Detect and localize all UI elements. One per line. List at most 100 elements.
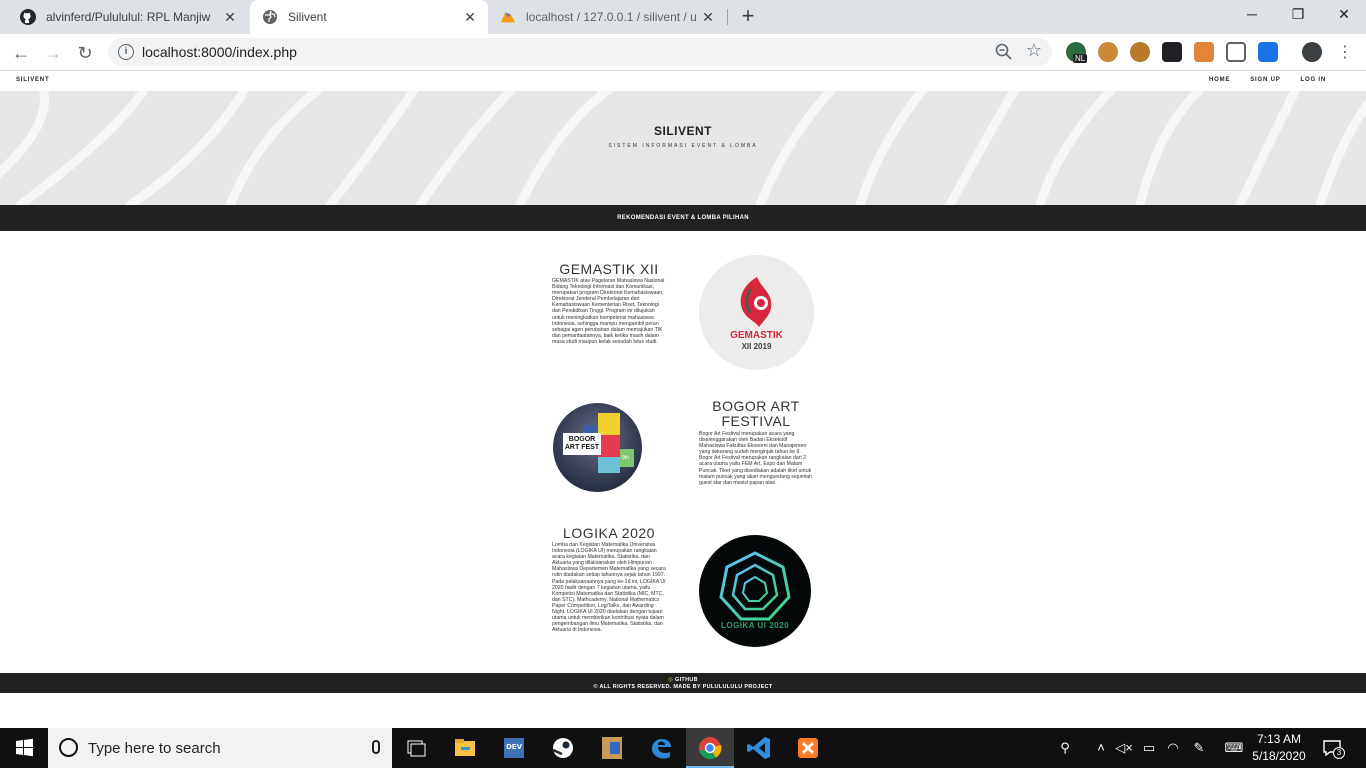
task-view-icon[interactable] (392, 728, 440, 768)
logo-badge: 9th (622, 455, 629, 461)
menu-kebab-icon[interactable]: ⋮ (1332, 40, 1358, 66)
address-bar[interactable]: i localhost:8000/index.php ☆ (108, 38, 1052, 66)
restore-icon[interactable]: ❐ (1275, 0, 1321, 30)
globe-icon (262, 9, 278, 25)
tab-github[interactable]: alvinferd/Pulululul: RPL Manjiw ✕ (8, 0, 248, 34)
event-title-logika: LOGIKA 2020 (563, 525, 655, 541)
new-tab-button[interactable]: + (736, 5, 760, 29)
nav-home[interactable]: HOME (1209, 77, 1230, 83)
vscode-icon[interactable] (735, 728, 783, 768)
close-tab-icon[interactable]: ✕ (222, 9, 238, 25)
people-icon[interactable]: ⚲ (1056, 739, 1074, 757)
logika-hexagon-icon (719, 551, 791, 621)
bookmark-star-icon[interactable]: ☆ (1026, 40, 1042, 61)
bogor-art-fest-logo-text: BOGOR ART FEST (563, 433, 601, 455)
wifi-icon[interactable]: ◠ (1164, 739, 1182, 757)
taskbar-clock[interactable]: 7:13 AM 5/18/2020 (1244, 731, 1314, 765)
hero-banner: SILIVENT SISTEM INFORMASI EVENT & LOMBA (0, 91, 1366, 205)
battery-icon[interactable]: ▭ (1140, 739, 1158, 757)
tab-silivent[interactable]: Silivent ✕ (250, 0, 488, 34)
clock-date: 5/18/2020 (1252, 749, 1306, 763)
footer-github-link[interactable]: ◎ GITHUB (0, 677, 1366, 683)
footer-copyright: © ALL RIGHTS RESERVED. MADE BY PULULULUL… (593, 684, 773, 690)
notification-count: 3 (1333, 747, 1345, 759)
extension-icon[interactable] (1194, 42, 1214, 62)
close-tab-icon[interactable]: ✕ (700, 9, 716, 25)
cookie-extension-icon[interactable] (1098, 42, 1118, 62)
page-viewport: SILIVENT HOME SIGN UP LOG IN SILIVENT SI… (0, 71, 1366, 728)
tab-separator (727, 9, 728, 25)
xampp-icon[interactable] (784, 728, 832, 768)
volume-muted-icon[interactable]: ◁× (1115, 739, 1133, 757)
logo-tile (598, 435, 620, 457)
tab-title: localhost / 127.0.0.1 / silivent / u (526, 10, 697, 24)
edge-icon[interactable] (637, 728, 685, 768)
gemastik-emblem-icon (740, 277, 772, 327)
windows-logo-icon (16, 738, 33, 757)
chat-extension-icon[interactable] (1226, 42, 1246, 62)
browser-toolbar: ← → ↻ i localhost:8000/index.php ☆ NL ⋮ (0, 34, 1366, 71)
forward-arrow-icon[interactable]: → (40, 40, 66, 66)
extension-icon[interactable] (1162, 42, 1182, 62)
site-info-icon[interactable]: i (118, 44, 134, 60)
nav-signup[interactable]: SIGN UP (1250, 77, 1280, 83)
search-extension-icon[interactable] (1258, 42, 1278, 62)
bogor-art-fest-logo[interactable]: BOGOR ART FEST 9th (553, 403, 642, 492)
chrome-icon[interactable] (686, 728, 734, 768)
steam-icon[interactable] (539, 728, 587, 768)
recommendation-band: REKOMENDASI EVENT & LOMBA PILIHAN (0, 205, 1366, 231)
back-arrow-icon[interactable]: ← (8, 40, 34, 66)
hero-subtitle: SISTEM INFORMASI EVENT & LOMBA (608, 143, 758, 149)
site-footer: ◎ GITHUB © ALL RIGHTS RESERVED. MADE BY … (0, 673, 1366, 693)
photo-app-icon[interactable] (588, 728, 636, 768)
chevron-up-icon[interactable]: ˄ (1092, 739, 1110, 757)
minimize-icon[interactable]: ─ (1229, 0, 1275, 30)
event-title-bogor: BOGOR ART FESTIVAL (712, 398, 800, 429)
keyboard-icon[interactable]: ⌨ (1222, 739, 1246, 757)
github-icon: ◎ (668, 677, 676, 683)
phpmyadmin-icon (500, 9, 516, 25)
profile-avatar[interactable] (1302, 42, 1322, 62)
url-text: localhost:8000/index.php (142, 44, 297, 60)
gemastik-logo-year: XII 2019 (741, 342, 772, 351)
reload-icon[interactable]: ↻ (72, 40, 98, 66)
close-tab-icon[interactable]: ✕ (462, 9, 478, 25)
gemastik-logo-text: GEMASTIK (730, 330, 783, 341)
tab-phpmyadmin[interactable]: localhost / 127.0.0.1 / silivent / u ✕ (488, 0, 726, 34)
search-placeholder: Type here to search (88, 740, 221, 757)
logo-line: ART FEST (564, 444, 600, 451)
browser-tabstrip: alvinferd/Pulululul: RPL Manjiw ✕ Silive… (0, 0, 1366, 34)
event-desc-logika: Lomba dan Kegiatan Matematika Universita… (552, 542, 666, 634)
file-explorer-icon[interactable] (441, 728, 489, 768)
event-desc-gemastik: GEMASTIK atau Pagelaran Mahasiswa Nasion… (552, 278, 665, 345)
notification-center-icon[interactable]: 3 (1322, 738, 1345, 759)
close-window-icon[interactable]: ✕ (1321, 0, 1366, 30)
site-navbar: SILIVENT HOME SIGN UP LOG IN (0, 71, 1366, 91)
gemastik-logo[interactable]: GEMASTIK XII 2019 (699, 255, 814, 370)
site-brand[interactable]: SILIVENT (16, 77, 49, 83)
start-button[interactable] (0, 728, 48, 768)
devc-icon[interactable]: DEV (490, 728, 538, 768)
tab-title: Silivent (288, 10, 327, 24)
cookie-extension-icon[interactable] (1130, 42, 1150, 62)
extension-badge: NL (1073, 54, 1088, 63)
nav-links: HOME SIGN UP LOG IN (1209, 77, 1326, 83)
logo-line: BOGOR (568, 436, 596, 443)
logo-tile (598, 413, 620, 435)
logika-logo-text: LOGIKA UI 2020 (720, 621, 790, 630)
zoom-icon[interactable] (994, 42, 1014, 62)
windows-taskbar: Type here to search DEV ⚲ ˄ ◁× ▭ ◠ ✎ ⌨ 7… (0, 728, 1366, 768)
taskbar-search[interactable]: Type here to search (48, 728, 392, 768)
github-icon (20, 9, 36, 25)
tab-title: alvinferd/Pulululul: RPL Manjiw (46, 10, 211, 24)
hero-title: SILIVENT (653, 124, 712, 138)
pen-icon[interactable]: ✎ (1190, 739, 1208, 757)
microphone-icon[interactable] (372, 740, 380, 754)
event-title-gemastik: GEMASTIK XII (559, 261, 659, 277)
logika-logo[interactable]: LOGIKA UI 2020 (699, 535, 811, 647)
nav-login[interactable]: LOG IN (1301, 77, 1326, 83)
event-desc-bogor: Bogor Art Festival merupakan acara yang … (699, 431, 813, 486)
clock-time: 7:13 AM (1256, 732, 1302, 746)
cortana-icon (59, 738, 78, 757)
footer-github-label: GITHUB (675, 677, 698, 683)
